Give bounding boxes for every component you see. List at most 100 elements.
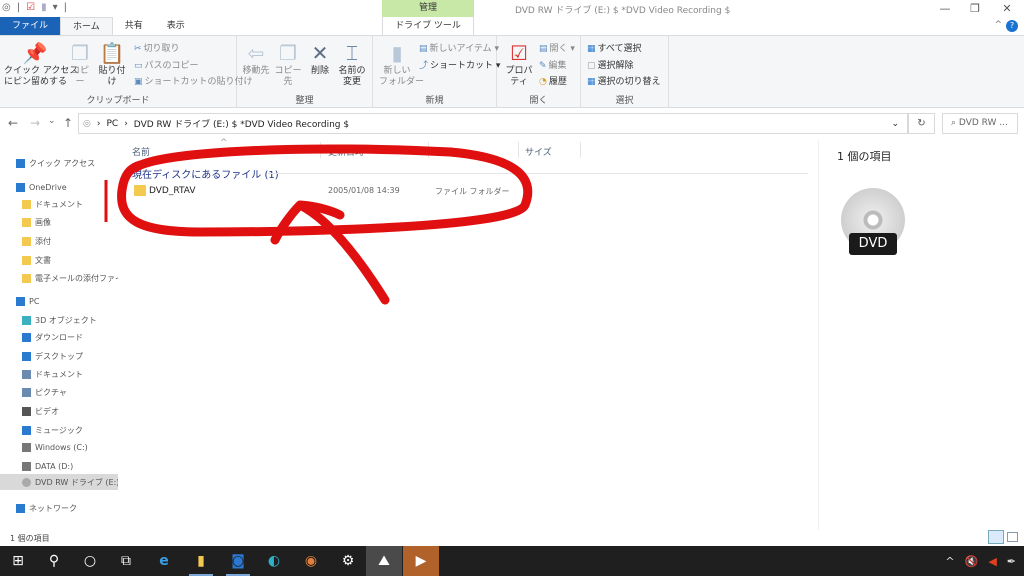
speaker-muted-icon[interactable]: 🔇: [965, 555, 979, 568]
large-icons-view-button[interactable]: [1007, 532, 1018, 542]
forward-button[interactable]: →: [30, 116, 40, 130]
copy-to-button[interactable]: ❐ コピー先: [273, 40, 303, 88]
group-header[interactable]: 現在ディスクにあるファイル (1): [132, 166, 279, 181]
close-button[interactable]: ✕: [992, 2, 1022, 15]
media-player-button[interactable]: ◉: [293, 546, 329, 576]
column-name[interactable]: 名前: [132, 145, 150, 158]
outlook-button[interactable]: ◙: [220, 546, 256, 576]
new-folder-qat-icon[interactable]: ▮: [41, 2, 47, 13]
sidebar-item[interactable]: ミュージック: [0, 422, 118, 438]
cut-button[interactable]: ✂ 切り取り: [134, 41, 180, 54]
breadcrumb-dvd[interactable]: DVD RW ドライブ (E:) $ *DVD Video Recording …: [134, 117, 349, 130]
history-button[interactable]: ◔ 履歴: [539, 74, 567, 87]
organize-group: ⇦ 移動先 ❐ コピー先 ✕ 削除 ⌶ 名前の 変更 整理: [237, 36, 373, 108]
paste-button[interactable]: 📋 貼り付け: [96, 40, 128, 88]
sidebar-item-label: 画像: [35, 217, 51, 227]
tab-share[interactable]: 共有: [113, 17, 155, 35]
select-all-button[interactable]: ▦ すべて選択: [587, 41, 642, 54]
column-modified[interactable]: 更新日時: [328, 145, 364, 158]
sidebar-item[interactable]: OneDrive: [0, 179, 118, 195]
download-icon: [22, 332, 31, 342]
column-size[interactable]: サイズ: [525, 145, 552, 158]
search-taskbar-button[interactable]: ⚲: [36, 546, 72, 576]
paste-shortcut-button[interactable]: ▣ ショートカットの貼り付け: [134, 74, 253, 87]
address-row: ← → ⌄ ↑ ◎ › PC › DVD RW ドライブ (E:) $ *DVD…: [0, 110, 1024, 138]
shortcut-button[interactable]: ⤴ ショートカット ▾: [419, 58, 500, 71]
sidebar-item[interactable]: クイック アクセス: [0, 155, 118, 171]
picture-icon: [22, 387, 31, 397]
start-button[interactable]: ⊞: [0, 546, 36, 576]
pin-quick-access-button[interactable]: 📌 クイック アクセス にピン留めする: [4, 40, 78, 88]
cortana-button[interactable]: ○: [72, 546, 108, 576]
sidebar-item[interactable]: DATA (D:): [0, 458, 118, 474]
sidebar-item[interactable]: 画像: [0, 214, 118, 230]
sidebar-item[interactable]: ネットワーク: [0, 500, 118, 516]
properties-qat-icon[interactable]: ☑: [26, 2, 35, 13]
sidebar-item[interactable]: ドキュメント: [0, 196, 118, 212]
tab-drive-tools[interactable]: ドライブ ツール: [382, 17, 474, 35]
edit-button[interactable]: ✎ 編集: [539, 58, 567, 71]
alert-icon[interactable]: ◀: [988, 555, 996, 568]
sidebar-item[interactable]: 文書: [0, 252, 118, 268]
file-row[interactable]: DVD_RTAV 2005/01/08 14:39 ファイル フォルダー: [128, 183, 528, 201]
refresh-button[interactable]: ↻: [908, 113, 935, 134]
pen-icon[interactable]: ✒: [1007, 555, 1016, 568]
clipboard-group-label: クリップボード: [86, 96, 150, 106]
invert-selection-icon: ▦: [587, 77, 596, 87]
select-none-button[interactable]: ▢ 選択解除: [587, 58, 634, 71]
collapse-ribbon-button[interactable]: ^: [994, 20, 1002, 30]
sidebar-item[interactable]: ドキュメント: [0, 366, 118, 382]
rename-button[interactable]: ⌶ 名前の 変更: [337, 40, 367, 88]
edge-button[interactable]: ◐: [256, 546, 292, 576]
delete-x-icon: ✕: [311, 41, 329, 65]
task-view-button[interactable]: ⧉: [108, 546, 144, 576]
sidebar-item[interactable]: ピクチャ: [0, 384, 118, 400]
minimize-button[interactable]: —: [930, 2, 960, 15]
video-app-button[interactable]: ▶: [403, 546, 439, 576]
drive-icon: [22, 461, 31, 471]
star-icon: [16, 158, 25, 168]
internet-explorer-button[interactable]: e: [146, 546, 182, 576]
delete-button[interactable]: ✕ 削除: [309, 40, 331, 77]
folder-icon: ▮: [197, 553, 205, 569]
sidebar-item[interactable]: PC: [0, 293, 118, 309]
tab-file[interactable]: ファイル: [0, 17, 61, 35]
copy-button[interactable]: ❐ コピー: [68, 40, 92, 88]
file-explorer-button[interactable]: ▮: [183, 546, 219, 576]
sidebar-item[interactable]: 3D オブジェクト: [0, 312, 118, 328]
customize-qat-icon[interactable]: ▾: [53, 2, 58, 13]
search-input[interactable]: ⌕ DVD RW ...: [942, 113, 1018, 134]
address-bar[interactable]: ◎ › PC › DVD RW ドライブ (E:) $ *DVD Video R…: [78, 113, 908, 134]
photos-button[interactable]: ⛰: [366, 546, 402, 576]
tab-home[interactable]: ホーム: [60, 17, 113, 35]
move-to-button[interactable]: ⇦ 移動先: [241, 40, 271, 77]
settings-button[interactable]: ⚙: [330, 546, 366, 576]
sidebar-item[interactable]: ビデオ: [0, 403, 118, 419]
new-item-button[interactable]: ▤ 新しいアイテム ▾: [419, 41, 499, 54]
tab-view[interactable]: 表示: [155, 17, 197, 35]
new-folder-button[interactable]: ▮ 新しい フォルダー: [379, 40, 424, 88]
sidebar-item[interactable]: デスクトップ: [0, 348, 118, 364]
help-button[interactable]: ?: [1006, 20, 1018, 32]
breadcrumb-pc[interactable]: PC: [106, 119, 118, 129]
invert-selection-button[interactable]: ▦ 選択の切り替え: [587, 74, 661, 87]
details-view-button[interactable]: [988, 530, 1004, 544]
sidebar-item[interactable]: 添付: [0, 233, 118, 249]
address-dropdown-button[interactable]: ⌄: [891, 119, 899, 129]
recent-locations-button[interactable]: ⌄: [48, 116, 56, 126]
maximize-button[interactable]: ❐: [960, 2, 990, 15]
sidebar-item[interactable]: ダウンロード: [0, 329, 118, 345]
sidebar-item[interactable]: 電子メールの添付ファイル: [0, 270, 118, 286]
copy-path-button[interactable]: ▭ パスのコピー: [134, 58, 199, 71]
up-button[interactable]: ↑: [63, 116, 73, 130]
network-icon: [16, 503, 25, 513]
open-button[interactable]: ▤ 開く ▾: [539, 41, 575, 54]
sidebar-item[interactable]: DVD RW ドライブ (E:): [0, 474, 118, 490]
disc-player-icon: ◉: [304, 553, 318, 569]
sidebar-item[interactable]: Windows (C:): [0, 439, 118, 455]
photos-icon: ⛰: [378, 553, 390, 569]
column-type[interactable]: 種類: [435, 145, 453, 158]
show-hidden-icons-button[interactable]: ^: [945, 555, 954, 568]
back-button[interactable]: ←: [8, 116, 18, 130]
properties-button[interactable]: ☑ プロパティ: [501, 40, 537, 88]
